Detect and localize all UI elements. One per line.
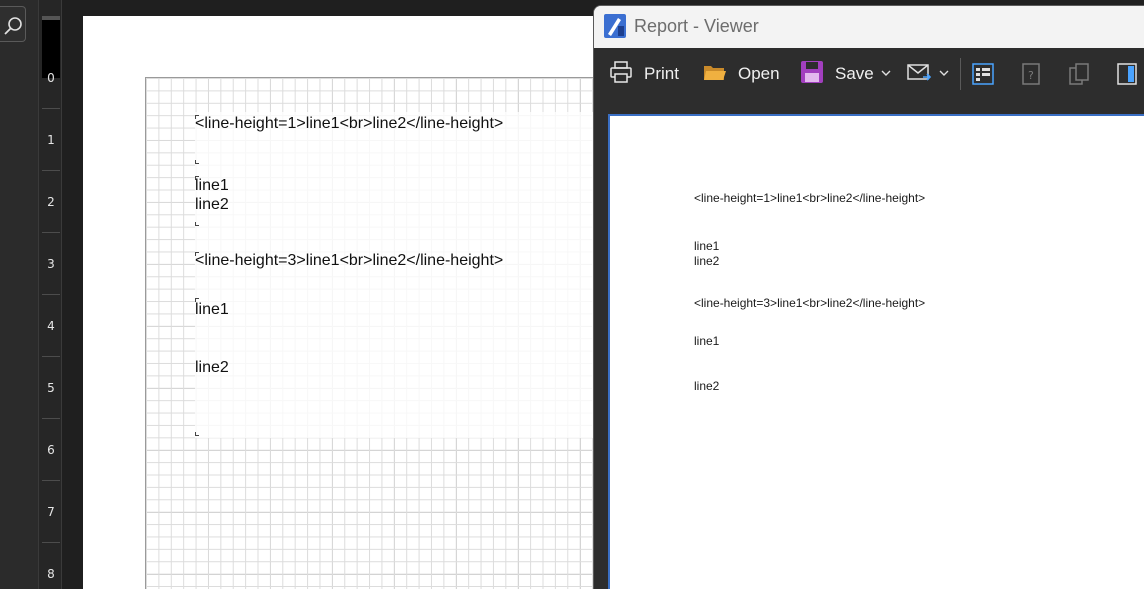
search-button[interactable] (0, 6, 26, 42)
folder-open-icon (702, 59, 728, 90)
open-label: Open (738, 64, 780, 83)
vertical-ruler: 0 1 2 3 4 5 6 7 8 (38, 0, 62, 589)
save-button[interactable]: Save (799, 58, 892, 90)
text-box-corner (195, 222, 199, 226)
svg-text:?: ? (1028, 69, 1034, 82)
text-box-corner (195, 432, 199, 436)
ruler-margin-marker (42, 16, 60, 78)
designer-text-box-2-title[interactable]: <line-height=3>line1<br>line2</line-heig… (195, 251, 503, 270)
ruler-number: 3 (47, 257, 55, 271)
email-icon (906, 59, 932, 90)
preview-text-box-1-line1: line1 (694, 239, 720, 253)
copy-pages-icon[interactable] (1066, 61, 1092, 87)
ruler-tick (42, 542, 60, 543)
viewer-title-bar[interactable]: Report - Viewer (594, 6, 1144, 48)
app-logo-icon (604, 14, 626, 38)
save-label: Save (835, 64, 874, 83)
ruler-number: 5 (47, 381, 55, 395)
send-email-button[interactable] (906, 58, 950, 90)
ruler-number: 1 (47, 133, 55, 147)
open-button[interactable]: Open (702, 58, 780, 90)
print-label: Print (644, 64, 679, 83)
preview-text-box-1-title: <line-height=1>line1<br>line2</line-heig… (694, 191, 926, 205)
ruler-number: 7 (47, 505, 55, 519)
ruler-number: 0 (47, 71, 55, 85)
designer-text-box-1-title[interactable]: <line-height=1>line1<br>line2</line-heig… (195, 114, 503, 133)
printer-icon (608, 59, 634, 90)
save-disk-icon (799, 59, 825, 90)
ruler-tick (42, 170, 60, 171)
chevron-down-icon (938, 64, 950, 84)
ruler-number: 8 (47, 567, 55, 581)
designer-text-box-2-line1[interactable]: line1 (195, 300, 229, 319)
left-panel (0, 0, 38, 589)
preview-text-box-2-title: <line-height=3>line1<br>line2</line-heig… (694, 296, 926, 310)
page-layout-icon[interactable] (1114, 61, 1140, 87)
ruler-tick (42, 108, 60, 109)
viewer-preview-area[interactable]: <line-height=1>line1<br>line2</line-heig… (594, 100, 1144, 589)
text-box-corner (195, 160, 199, 164)
viewer-title: Report - Viewer (634, 16, 759, 36)
ruler-tick (42, 480, 60, 481)
report-band[interactable] (195, 112, 616, 438)
ruler-tick (42, 232, 60, 233)
print-button[interactable]: Print (608, 58, 679, 90)
designer-text-box-1-line1[interactable]: line1 (195, 176, 229, 195)
ruler-number: 4 (47, 319, 55, 333)
toolbar-separator (960, 58, 961, 90)
viewer-toolbar: Print Open Save ? (594, 48, 1144, 100)
preview-text-box-2-line2: line2 (694, 379, 720, 393)
ruler-tick (42, 356, 60, 357)
designer-canvas[interactable]: <line-height=1>line1<br>line2</line-heig… (62, 0, 623, 589)
ruler-tick (42, 294, 60, 295)
ruler-tick (42, 418, 60, 419)
parameters-icon[interactable]: ? (1018, 61, 1044, 87)
designer-text-box-2-line2[interactable]: line2 (195, 358, 229, 377)
document-map-icon[interactable] (970, 61, 996, 87)
preview-page: <line-height=1>line1<br>line2</line-heig… (608, 114, 1144, 589)
ruler-number: 2 (47, 195, 55, 209)
ruler-number: 6 (47, 443, 55, 457)
screen: 0 1 2 3 4 5 6 7 8 <line-height=1>line1<b… (0, 0, 1144, 589)
preview-text-box-2-line1: line1 (694, 334, 720, 348)
preview-text-box-1-line2: line2 (694, 254, 720, 268)
report-viewer-window: Report - Viewer Print Open Save ? <line-… (593, 5, 1144, 589)
designer-text-box-1-line2[interactable]: line2 (195, 195, 229, 214)
chevron-down-icon (880, 64, 892, 84)
